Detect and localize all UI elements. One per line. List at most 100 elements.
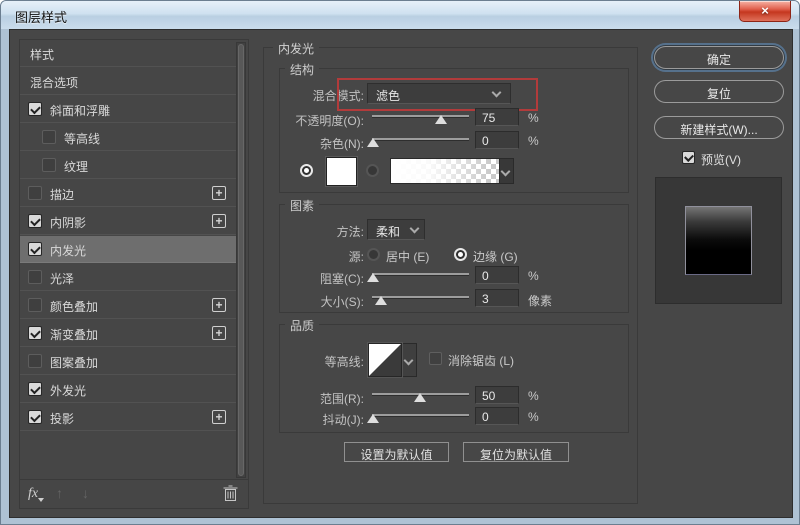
range-slider[interactable]: [372, 389, 469, 403]
choke-input[interactable]: 0: [475, 266, 519, 284]
checkbox-unchecked-icon[interactable]: [28, 186, 42, 200]
fx-icon[interactable]: fx: [28, 486, 38, 502]
preview-checkbox[interactable]: [682, 151, 695, 164]
reset-default-button[interactable]: 复位为默认值: [463, 442, 569, 462]
sidebar-item-outer-glow[interactable]: 外发光: [20, 376, 236, 403]
slider-thumb[interactable]: [375, 296, 387, 305]
source-center-label: 居中 (E): [386, 248, 429, 265]
jitter-unit: %: [528, 410, 539, 424]
range-label: 范围(R):: [263, 390, 364, 407]
arrow-down-icon[interactable]: ↓: [82, 485, 89, 501]
window-title: 图层样式: [15, 7, 67, 26]
noise-slider[interactable]: [372, 134, 469, 148]
gradient-picker[interactable]: [390, 158, 500, 184]
contour-picker[interactable]: [368, 343, 402, 377]
slider-track[interactable]: [372, 273, 469, 275]
sidebar-item-pattern-overlay[interactable]: 图案叠加: [20, 348, 236, 375]
checkbox-unchecked-icon[interactable]: [28, 354, 42, 368]
contour-dropdown[interactable]: [403, 343, 417, 377]
add-effect-icon[interactable]: +: [212, 186, 226, 200]
sidebar-item-drop-shadow[interactable]: 投影 +: [20, 404, 236, 431]
sidebar-item-label: 光泽: [50, 270, 74, 287]
sidebar-item-blending-options[interactable]: 混合选项: [20, 68, 236, 95]
choke-unit: %: [528, 269, 539, 283]
style-preview-thumbnail: [685, 206, 752, 275]
sidebar-item-label: 等高线: [64, 130, 100, 147]
color-fill-radio[interactable]: [300, 164, 313, 177]
slider-track[interactable]: [372, 414, 469, 416]
add-effect-icon[interactable]: +: [212, 298, 226, 312]
checkbox-unchecked-icon[interactable]: [42, 130, 56, 144]
jitter-input[interactable]: 0: [475, 407, 519, 425]
choke-label: 阻塞(C):: [263, 270, 364, 287]
new-style-button[interactable]: 新建样式(W)...: [654, 116, 784, 139]
sidebar-item-contour[interactable]: 等高线: [20, 124, 236, 151]
checkbox-unchecked-icon[interactable]: [42, 158, 56, 172]
checkbox-checked-icon[interactable]: [28, 410, 42, 424]
size-input[interactable]: 3: [475, 289, 519, 307]
jitter-slider[interactable]: [372, 410, 469, 424]
layer-style-dialog: 图层样式 × 样式 混合选项 斜面和浮雕 等高线 纹理 描边 +: [0, 0, 800, 525]
slider-thumb[interactable]: [367, 414, 379, 423]
sidebar-item-inner-glow[interactable]: 内发光: [20, 236, 236, 263]
glow-color-swatch[interactable]: [326, 157, 357, 186]
checkbox-checked-icon[interactable]: [28, 242, 42, 256]
slider-thumb[interactable]: [414, 393, 426, 402]
noise-input[interactable]: 0: [475, 131, 519, 149]
slider-thumb[interactable]: [367, 273, 379, 282]
source-edge-radio[interactable]: [454, 248, 467, 261]
add-effect-icon[interactable]: +: [212, 410, 226, 424]
make-default-button[interactable]: 设置为默认值: [344, 442, 449, 462]
effects-list: 样式 混合选项 斜面和浮雕 等高线 纹理 描边 + 内阴影 + 内发: [19, 39, 249, 509]
titlebar[interactable]: 图层样式 ×: [1, 1, 800, 29]
checkbox-unchecked-icon[interactable]: [28, 298, 42, 312]
quality-group-title: 品质: [285, 317, 319, 334]
checkbox-checked-icon[interactable]: [28, 214, 42, 228]
close-button[interactable]: ×: [739, 1, 791, 22]
slider-track[interactable]: [372, 138, 469, 140]
sidebar-item-bevel-emboss[interactable]: 斜面和浮雕: [20, 96, 236, 123]
sidebar-item-inner-shadow[interactable]: 内阴影 +: [20, 208, 236, 235]
sidebar-item-styles[interactable]: 样式: [20, 40, 236, 67]
blend-mode-dropdown[interactable]: 滤色: [367, 83, 511, 104]
add-effect-icon[interactable]: +: [212, 214, 226, 228]
antialias-checkbox[interactable]: [429, 352, 442, 365]
slider-thumb[interactable]: [367, 138, 379, 147]
source-center-radio[interactable]: [367, 248, 380, 261]
slider-track[interactable]: [372, 115, 469, 117]
gradient-dropdown[interactable]: [500, 158, 514, 184]
checkbox-checked-icon[interactable]: [28, 326, 42, 340]
sidebar-item-label: 渐变叠加: [50, 326, 98, 343]
sidebar-item-satin[interactable]: 光泽: [20, 264, 236, 291]
sidebar-item-color-overlay[interactable]: 颜色叠加 +: [20, 292, 236, 319]
method-value: 柔和: [376, 225, 400, 239]
checkbox-unchecked-icon[interactable]: [28, 270, 42, 284]
arrow-up-icon[interactable]: ↑: [56, 485, 63, 501]
slider-thumb[interactable]: [435, 115, 447, 124]
gradient-fill-radio[interactable]: [366, 164, 379, 177]
sidebar-item-stroke[interactable]: 描边 +: [20, 180, 236, 207]
checkbox-checked-icon[interactable]: [28, 382, 42, 396]
sidebar-scrollbar[interactable]: [236, 42, 246, 478]
sidebar-item-label: 描边: [50, 186, 74, 203]
method-dropdown[interactable]: 柔和: [367, 219, 425, 240]
checkbox-checked-icon[interactable]: [28, 102, 42, 116]
add-effect-icon[interactable]: +: [212, 326, 226, 340]
antialias-label: 消除锯齿 (L): [448, 352, 514, 369]
sidebar-item-texture[interactable]: 纹理: [20, 152, 236, 179]
scrollbar-thumb[interactable]: [238, 44, 244, 476]
sidebar-item-gradient-overlay[interactable]: 渐变叠加 +: [20, 320, 236, 347]
panel-title: 内发光: [273, 40, 319, 57]
sidebar-footer-divider: [20, 479, 248, 480]
trash-icon[interactable]: [223, 485, 238, 507]
opacity-input[interactable]: 75: [475, 108, 519, 126]
opacity-label: 不透明度(O):: [263, 112, 364, 129]
reset-button[interactable]: 复位: [654, 80, 784, 103]
close-icon: ×: [761, 3, 769, 18]
range-input[interactable]: 50: [475, 386, 519, 404]
opacity-slider[interactable]: [372, 111, 469, 125]
noise-unit: %: [528, 134, 539, 148]
ok-button[interactable]: 确定: [654, 46, 784, 69]
size-slider[interactable]: [372, 292, 469, 306]
choke-slider[interactable]: [372, 269, 469, 283]
